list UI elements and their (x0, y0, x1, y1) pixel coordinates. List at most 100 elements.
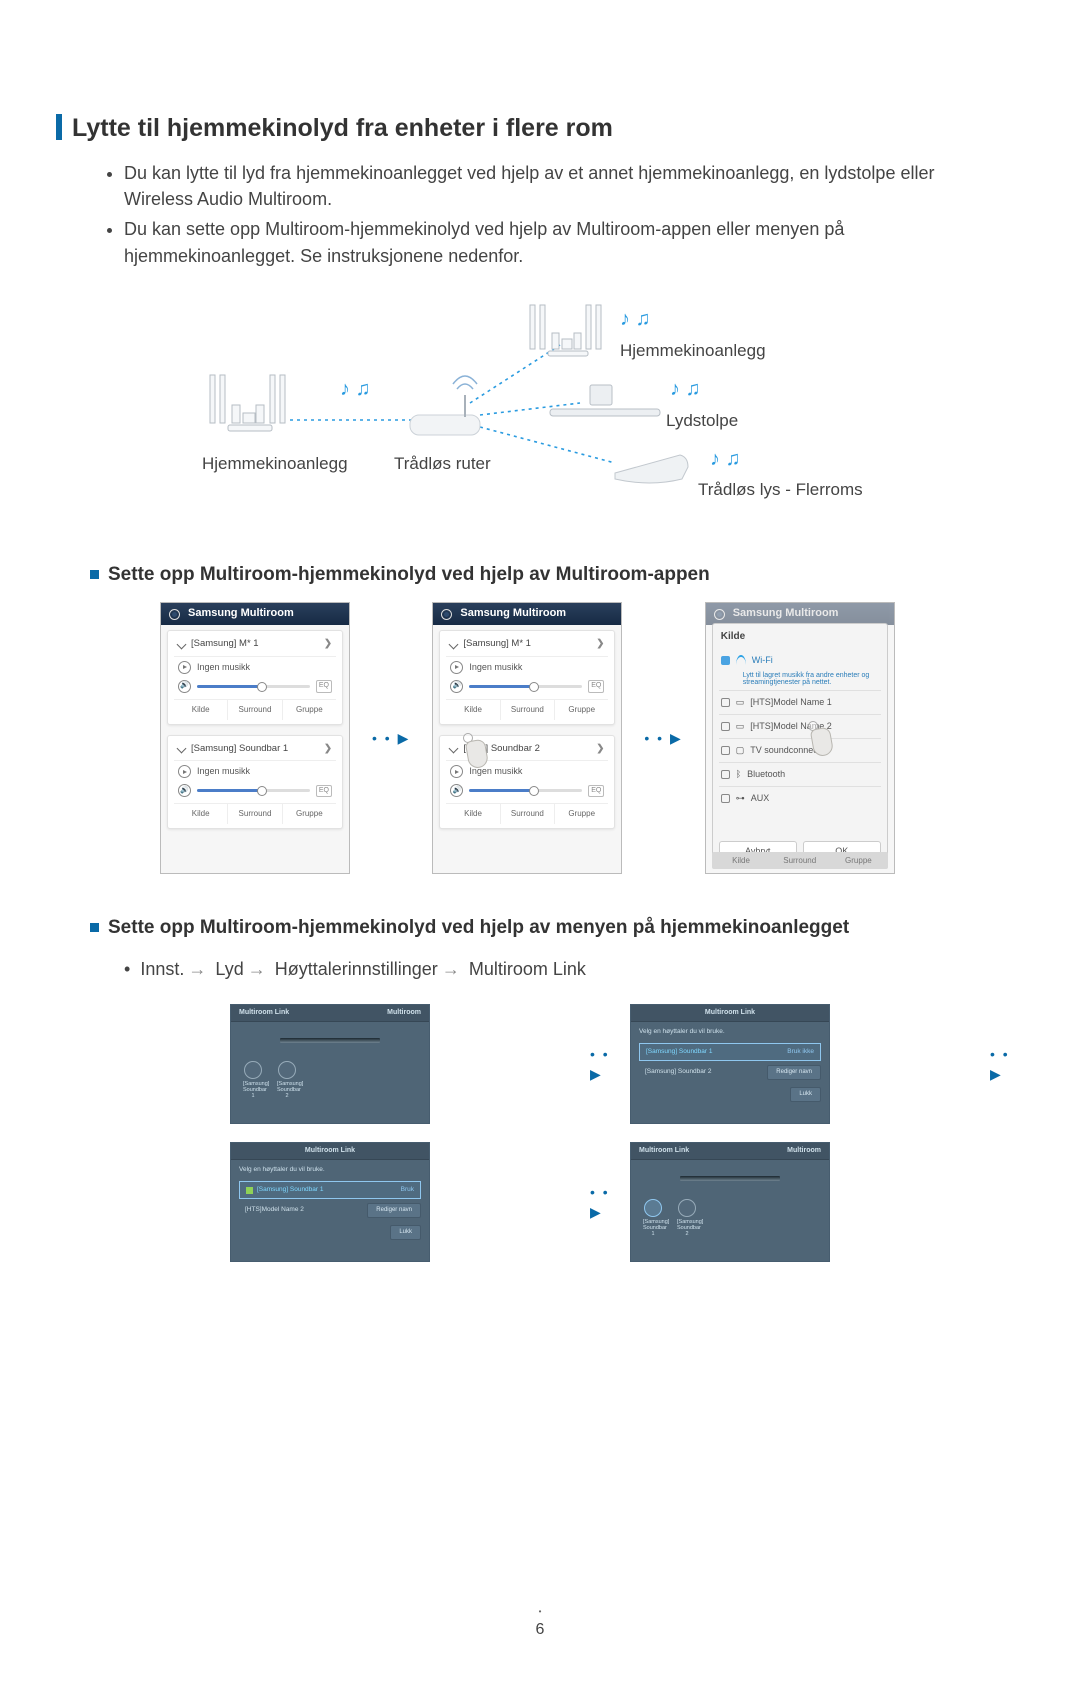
phone1-device-card-2: [Samsung] Soundbar 1 ❯ Ingen musikk 🔊 EQ K… (167, 735, 343, 829)
tv-panel-3: Multiroom Link Velg en høyttaler du vil … (230, 1142, 430, 1262)
popup-source-4: Bluetooth (747, 768, 785, 781)
tv2-row1-name: [Samsung] Soundbar 1 (646, 1047, 713, 1056)
gear-icon (714, 609, 725, 620)
subheading-app-text: Sette opp Multiroom-hjemmekinolyd ved hj… (108, 561, 710, 589)
speaker-icon (678, 1199, 696, 1217)
popup-title: Kilde (719, 628, 881, 649)
step-arrow-icon: • • ▶ (990, 1044, 1020, 1085)
step-arrow-icon: • • ▶ (590, 1182, 620, 1223)
tab-gruppe: Gruppe (829, 852, 888, 870)
diagram-label-hts-left: Hjemmekinoanlegg (202, 452, 348, 477)
tv1-icon2-label: [Samsung] Soundbar 2 (277, 1081, 297, 1099)
diagram-label-multiroom: Trådløs lys - Flerroms (698, 480, 863, 500)
tv3-close-button: Lukk (390, 1225, 421, 1240)
path-step-4: Multiroom Link (469, 959, 586, 979)
source-popup: Kilde Wi-Fi Lytt til lagret musikk fra a… (712, 623, 888, 867)
phone2-app-title: Samsung Multiroom (460, 606, 566, 622)
diagram-label-soundbar: Lydstolpe (666, 409, 738, 434)
tab-kilde: Kilde (446, 804, 500, 824)
tv4-icon1-label: [Samsung] Soundbar 1 (643, 1219, 663, 1237)
tv-panel-2: Multiroom Link Velg en høyttaler du vil … (630, 1004, 830, 1124)
diagram-label-router: Trådløs ruter (394, 452, 491, 477)
subheading-square-icon (90, 923, 99, 932)
volume-slider (197, 685, 310, 688)
eq-badge: EQ (316, 785, 332, 797)
chevron-right-icon: ❯ (324, 742, 332, 756)
phone2-device-card-1: [Samsung] M* 1❯ Ingen musikk 🔊EQ KildeSu… (439, 630, 615, 724)
heading-text: Lytte til hjemmekinolyd fra enheter i fl… (72, 110, 613, 146)
tab-surround: Surround (501, 804, 555, 824)
tab-surround: Surround (228, 804, 282, 824)
tv2-close-button: Lukk (790, 1087, 821, 1102)
tv1-title-right: Multiroom (387, 1008, 421, 1018)
phone2-device2-name: [Sa g] Soundbar 2 (463, 742, 540, 756)
subheading-app: Sette opp Multiroom-hjemmekinolyd ved hj… (90, 561, 1020, 589)
phone1-header: Samsung Multiroom (161, 603, 349, 625)
bullet-1: Du kan lytte til lyd fra hjemmekinoanleg… (124, 160, 1020, 212)
phone1-device-card-1: [Samsung] M* 1❯ Ingen musikk 🔊EQ KildeSu… (167, 630, 343, 724)
play-icon (178, 661, 191, 674)
volume-icon: 🔊 (450, 680, 463, 693)
play-icon (450, 661, 463, 674)
volume-slider (469, 789, 582, 792)
step-arrow-icon: • • ▶ (644, 728, 682, 748)
tab-kilde: Kilde (174, 804, 228, 824)
tab-surround: Surround (770, 852, 829, 870)
chevron-right-icon: ❯ (596, 742, 604, 756)
phone2-device1-name: [Samsung] M* 1 (463, 637, 531, 651)
volume-icon: 🔊 (178, 680, 191, 693)
tv-steps-grid: Multiroom Link Multiroom [Samsung] Soundb… (230, 1004, 1020, 1262)
volume-slider (197, 789, 310, 792)
tv3-row1-status: Bruk (401, 1185, 414, 1194)
tab-kilde: Kilde (712, 852, 771, 870)
tab-kilde: Kilde (446, 700, 500, 720)
tv2-subtitle: Velg en høyttaler du vil bruke. (631, 1022, 829, 1039)
popup-source-5: AUX (751, 792, 770, 805)
wifi-icon (736, 655, 746, 665)
tv2-row1-status: Bruk ikke (787, 1047, 814, 1056)
phone1-device2-name: [Samsung] Soundbar 1 (191, 742, 288, 756)
tab-surround: Surround (228, 700, 282, 720)
tv1-icon1-label: [Samsung] Soundbar 1 (243, 1081, 263, 1099)
eq-badge: EQ (588, 680, 604, 692)
tv3-subtitle: Velg en høyttaler du vil bruke. (231, 1160, 429, 1177)
speaker-icon (278, 1061, 296, 1079)
phone-screenshot-2: Samsung Multiroom [Samsung] M* 1❯ Ingen … (432, 602, 622, 874)
gear-icon (441, 609, 452, 620)
intro-bullets: Du kan lytte til lyd fra hjemmekinoanleg… (60, 160, 1020, 268)
section-heading: Lytte til hjemmekinolyd fra enheter i fl… (56, 110, 1020, 146)
phone-screenshot-3: Samsung Multiroom Kilde Wi-Fi Lytt til l… (705, 602, 895, 874)
phone-screenshot-1: Samsung Multiroom [Samsung] M* 1❯ Ingen … (160, 602, 350, 874)
tv4-title-left: Multiroom Link (639, 1146, 689, 1156)
tv2-title: Multiroom Link (705, 1008, 755, 1018)
tv3-rename-button: Rediger navn (367, 1203, 421, 1218)
radio-icon (721, 770, 730, 779)
volume-icon: 🔊 (178, 784, 191, 797)
svg-text:♪ ♫: ♪ ♫ (340, 378, 371, 400)
phone3-header: Samsung Multiroom (706, 603, 894, 625)
eq-badge: EQ (588, 785, 604, 797)
radio-icon (721, 794, 730, 803)
step-arrow-icon: • • ▶ (590, 1044, 620, 1085)
phone2-device-card-2: [Sa g] Soundbar 2❯ Ingen musikk 🔊EQ Kild… (439, 735, 615, 829)
tab-surround: Surround (501, 700, 555, 720)
play-icon (450, 765, 463, 778)
tab-gruppe: Gruppe (283, 804, 336, 824)
tv4-title-right: Multiroom (787, 1146, 821, 1156)
tab-gruppe: Gruppe (555, 700, 608, 720)
phone-steps-row: Samsung Multiroom [Samsung] M* 1❯ Ingen … (160, 602, 1020, 874)
page-number: 6 (536, 1606, 545, 1641)
svg-text:♪ ♫: ♪ ♫ (670, 378, 701, 400)
edit-icon (177, 744, 187, 754)
chevron-right-icon: ❯ (324, 637, 332, 651)
edit-icon (449, 639, 459, 649)
tv3-row2-name: [HTS]Model Name 2 (245, 1205, 304, 1214)
path-step-2: Lyd (215, 959, 243, 979)
phone1-device1-track: Ingen musikk (197, 661, 250, 674)
svg-text:♪ ♫: ♪ ♫ (620, 308, 651, 330)
path-step-3: Høyttalerinnstillinger (275, 959, 438, 979)
phone1-device2-track: Ingen musikk (197, 765, 250, 778)
tv4-icon2-label: [Samsung] Soundbar 2 (677, 1219, 697, 1237)
step-arrow-icon: • • ▶ (372, 728, 410, 748)
edit-icon (177, 639, 187, 649)
